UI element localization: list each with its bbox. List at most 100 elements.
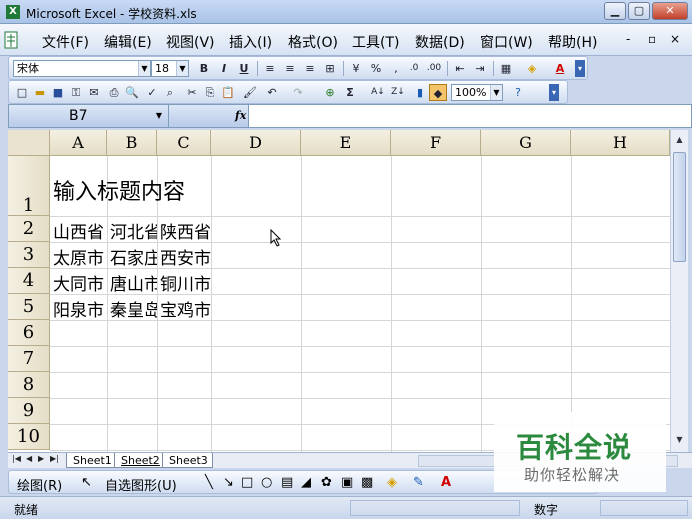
cut-icon[interactable]: ✂ (183, 84, 201, 101)
cell-c5[interactable]: 宝鸡市 (160, 296, 250, 321)
cell-a3[interactable]: 太原市 (53, 244, 107, 269)
permission-icon[interactable]: ⚿ (67, 84, 85, 101)
rectangle-icon[interactable]: □ (241, 475, 253, 490)
minimize-button[interactable]: ▁ (604, 2, 626, 20)
tab-sheet3[interactable]: Sheet3 (162, 453, 213, 468)
font-name-select[interactable]: 宋体 ▼ (13, 60, 151, 77)
tab-sheet1[interactable]: Sheet1 (66, 453, 117, 468)
menu-window[interactable]: 窗口(W) (480, 32, 533, 52)
decrease-indent-icon[interactable]: ⇤ (451, 60, 469, 77)
cell-c4[interactable]: 铜川市 (160, 270, 250, 295)
menu-insert[interactable]: 插入(I) (229, 32, 272, 52)
align-right-icon[interactable]: ≡ (301, 60, 319, 77)
new-document-icon[interactable]: □ (13, 84, 31, 101)
cell-b4[interactable]: 唐山市 (110, 270, 157, 295)
wordart-icon[interactable]: ◢ (301, 475, 311, 490)
row-header-9[interactable]: 9 (8, 398, 50, 424)
column-header-e[interactable]: E (301, 130, 391, 156)
help-icon[interactable]: ? (509, 84, 527, 101)
menu-data[interactable]: 数据(D) (415, 32, 465, 52)
underline-button[interactable]: U (235, 60, 253, 77)
close-button[interactable]: ✕ (652, 2, 688, 20)
worksheet-grid[interactable]: A B C D E F G H 1 2 3 4 5 6 7 8 9 10 输入标… (8, 130, 670, 452)
font-size-select[interactable]: 18 ▼ (151, 60, 189, 77)
column-header-d[interactable]: D (211, 130, 301, 156)
menu-format[interactable]: 格式(O) (288, 32, 338, 52)
doc-minimize-icon[interactable]: - (626, 32, 630, 46)
print-icon[interactable]: ⎙ (105, 84, 123, 101)
undo-icon[interactable]: ↶ (263, 84, 281, 101)
column-header-h[interactable]: H (571, 130, 670, 156)
autosum-button[interactable]: Σ (341, 84, 359, 101)
next-sheet-icon[interactable]: ▶ (38, 454, 44, 463)
tab-sheet2[interactable]: Sheet2 (114, 453, 165, 468)
clipart-icon[interactable]: ▣ (341, 475, 353, 490)
redo-icon[interactable]: ↷ (289, 84, 307, 101)
autoshapes-button[interactable]: 自选图形(U) (105, 475, 177, 494)
cell-b5[interactable]: 秦皇岛 (110, 296, 157, 321)
fill-color-icon[interactable]: ◈ (387, 475, 397, 490)
sort-ascending-icon[interactable]: A↓ (369, 84, 387, 101)
sort-descending-icon[interactable]: Z↓ (389, 84, 407, 101)
menu-file[interactable]: 文件(F) (42, 32, 89, 52)
select-all-corner[interactable] (8, 130, 50, 156)
increase-decimal-icon[interactable]: .0 (405, 60, 423, 77)
bold-button[interactable]: B (195, 60, 213, 77)
oval-icon[interactable]: ○ (261, 475, 272, 490)
diagram-icon[interactable]: ✿ (321, 475, 332, 490)
scroll-up-icon[interactable]: ▲ (672, 132, 687, 148)
menu-view[interactable]: 视图(V) (166, 32, 215, 52)
font-color-icon[interactable]: A (551, 60, 569, 77)
chart-wizard-icon[interactable]: ▮ (411, 84, 429, 101)
toolbar-options-icon[interactable]: ▾ (575, 60, 585, 77)
select-objects-icon[interactable]: ↖ (81, 475, 92, 490)
row-header-10[interactable]: 10 (8, 424, 50, 450)
row-header-5[interactable]: 5 (8, 294, 50, 320)
column-header-f[interactable]: F (391, 130, 481, 156)
chevron-down-icon[interactable]: ▼ (151, 105, 167, 127)
vertical-scrollbar[interactable]: ▲ ▼ (670, 130, 688, 452)
spelling-icon[interactable]: ✓ (143, 84, 161, 101)
column-header-g[interactable]: G (481, 130, 571, 156)
cell-c2[interactable]: 陕西省 (160, 218, 250, 243)
scroll-down-icon[interactable]: ▼ (672, 432, 687, 448)
cell-a5[interactable]: 阳泉市 (53, 296, 107, 321)
draw-menu-button[interactable]: 绘图(R) (17, 475, 62, 494)
line-color-icon[interactable]: ✎ (413, 475, 424, 490)
menu-edit[interactable]: 编辑(E) (104, 32, 152, 52)
doc-restore-icon[interactable]: ▫ (648, 32, 656, 46)
toolbar-options-icon[interactable]: ▾ (549, 84, 559, 101)
row-header-3[interactable]: 3 (8, 242, 50, 268)
insert-function-icon[interactable]: fx (235, 109, 246, 122)
prev-sheet-icon[interactable]: ◀ (26, 454, 32, 463)
arrow-icon[interactable]: ↘ (223, 475, 234, 490)
paste-icon[interactable]: 📋 (219, 84, 237, 101)
line-icon[interactable]: ╲ (205, 475, 213, 490)
cell-b3[interactable]: 石家庄 (110, 244, 157, 269)
menu-tools[interactable]: 工具(T) (352, 32, 399, 52)
formula-input[interactable] (251, 108, 681, 124)
last-sheet-icon[interactable]: ▶| (50, 454, 59, 463)
scrollbar-thumb[interactable] (673, 152, 686, 262)
align-center-icon[interactable]: ≡ (281, 60, 299, 77)
zoom-select[interactable]: 100% ▼ (451, 84, 503, 101)
doc-close-icon[interactable]: × (670, 32, 680, 46)
align-left-icon[interactable]: ≡ (261, 60, 279, 77)
fill-color-icon[interactable]: ◈ (523, 60, 541, 77)
research-icon[interactable]: ⌕ (161, 84, 179, 101)
comma-button[interactable]: , (387, 60, 405, 77)
menu-help[interactable]: 帮助(H) (548, 32, 597, 52)
drawing-icon[interactable]: ◆ (429, 84, 447, 101)
copy-icon[interactable]: ⎘ (201, 84, 219, 101)
cell-b2[interactable]: 河北省 (110, 218, 157, 243)
increase-indent-icon[interactable]: ⇥ (471, 60, 489, 77)
column-header-c[interactable]: C (157, 130, 211, 156)
decrease-decimal-icon[interactable]: .00 (425, 60, 443, 77)
row-header-4[interactable]: 4 (8, 268, 50, 294)
italic-button[interactable]: I (215, 60, 233, 77)
format-painter-icon[interactable]: 🖌 (241, 84, 259, 101)
textbox-icon[interactable]: ▤ (281, 475, 293, 490)
borders-icon[interactable]: ▦ (497, 60, 515, 77)
row-header-1[interactable]: 1 (8, 156, 50, 216)
open-folder-icon[interactable]: ▬ (31, 84, 49, 101)
